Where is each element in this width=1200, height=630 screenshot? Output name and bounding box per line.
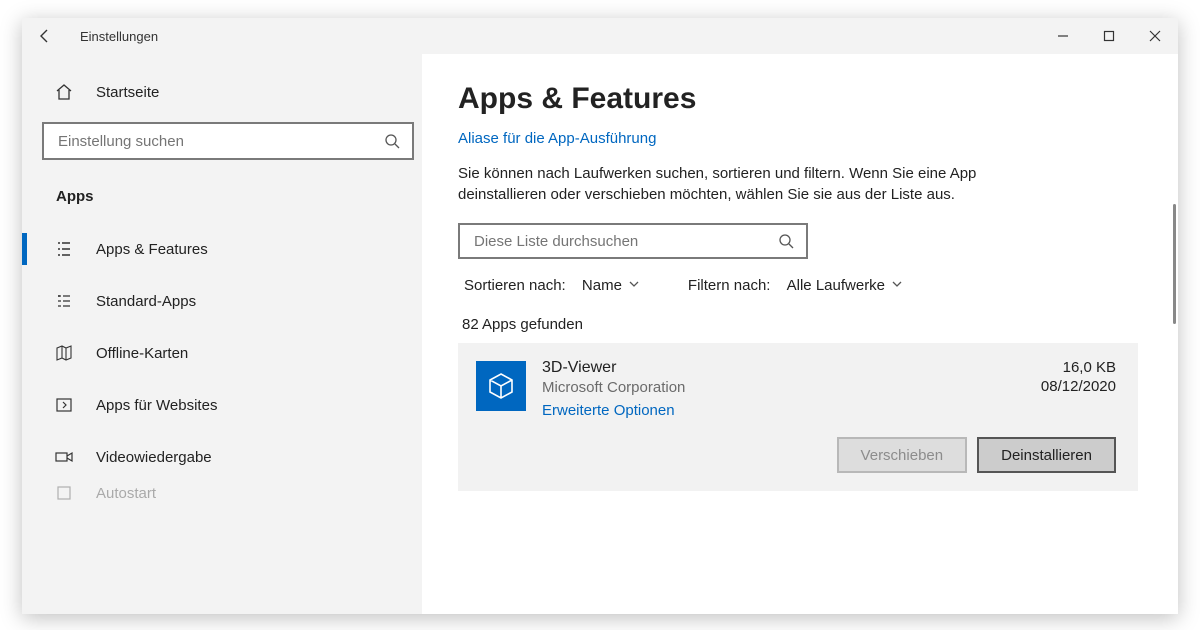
sidebar-item-label: Standard-Apps (96, 293, 196, 310)
app-publisher: Microsoft Corporation (542, 379, 1025, 396)
sidebar-item-apps-features[interactable]: Apps & Features (36, 223, 408, 275)
sidebar-item-autostart[interactable]: Autostart (36, 483, 408, 503)
settings-search[interactable] (42, 122, 414, 160)
app-count: 82 Apps gefunden (458, 316, 1138, 333)
close-button[interactable] (1132, 18, 1178, 54)
defaults-icon (54, 291, 74, 311)
app-size: 16,0 KB (1041, 359, 1116, 376)
minimize-button[interactable] (1040, 18, 1086, 54)
sidebar-item-label: Apps für Websites (96, 397, 217, 414)
scrollbar-thumb[interactable] (1173, 204, 1176, 324)
sidebar-item-label: Offline-Karten (96, 345, 188, 362)
sidebar-item-label: Apps & Features (96, 241, 208, 258)
app-list-search-input[interactable] (474, 233, 776, 250)
search-icon (776, 231, 796, 251)
filter-label: Filtern nach: (688, 277, 771, 294)
chevron-down-icon (891, 277, 903, 294)
sidebar-item-default-apps[interactable]: Standard-Apps (36, 275, 408, 327)
sidebar-nav: Apps & Features Standard-Apps Offline-Ka… (36, 223, 408, 503)
apps-list-icon (54, 239, 74, 259)
home-icon (54, 82, 74, 102)
settings-search-input[interactable] (58, 133, 382, 150)
maps-icon (54, 343, 74, 363)
sort-dropdown[interactable]: Sortieren nach: Name (464, 277, 640, 294)
alias-link[interactable]: Aliase für die App-Ausführung (458, 130, 656, 147)
app-advanced-link[interactable]: Erweiterte Optionen (542, 402, 1025, 419)
back-button[interactable] (22, 18, 68, 54)
app-icon (476, 361, 526, 411)
titlebar: Einstellungen (22, 18, 1178, 54)
move-button: Verschieben (837, 437, 968, 473)
home-button[interactable]: Startseite (36, 68, 408, 116)
page-heading: Apps & Features (458, 82, 1138, 116)
websites-icon (54, 395, 74, 415)
startup-icon (54, 483, 74, 503)
video-icon (54, 447, 74, 467)
description-text: Sie können nach Laufwerken suchen, sorti… (458, 163, 1048, 205)
sidebar-item-apps-websites[interactable]: Apps für Websites (36, 379, 408, 431)
filter-dropdown[interactable]: Filtern nach: Alle Laufwerke (688, 277, 903, 294)
home-label: Startseite (96, 84, 159, 101)
window-title: Einstellungen (68, 29, 158, 44)
maximize-button[interactable] (1086, 18, 1132, 54)
settings-window: Einstellungen Startseite (22, 18, 1178, 614)
sort-value: Name (582, 277, 622, 294)
sidebar-item-offline-maps[interactable]: Offline-Karten (36, 327, 408, 379)
filter-value: Alle Laufwerke (787, 277, 885, 294)
main-content: Apps & Features Aliase für die App-Ausfü… (422, 54, 1178, 614)
sidebar-item-label: Videowiedergabe (96, 449, 212, 466)
sidebar-item-video-playback[interactable]: Videowiedergabe (36, 431, 408, 483)
app-list-item[interactable]: 3D-Viewer Microsoft Corporation Erweiter… (458, 343, 1138, 491)
sidebar-item-label: Autostart (96, 485, 156, 502)
uninstall-button[interactable]: Deinstallieren (977, 437, 1116, 473)
sidebar: Startseite Apps Apps & Features (22, 54, 422, 614)
app-name: 3D-Viewer (542, 359, 1025, 377)
app-list-search[interactable] (458, 223, 808, 259)
sort-label: Sortieren nach: (464, 277, 566, 294)
app-date: 08/12/2020 (1041, 378, 1116, 395)
search-icon (382, 131, 402, 151)
sidebar-section-label: Apps (36, 178, 408, 223)
chevron-down-icon (628, 277, 640, 294)
